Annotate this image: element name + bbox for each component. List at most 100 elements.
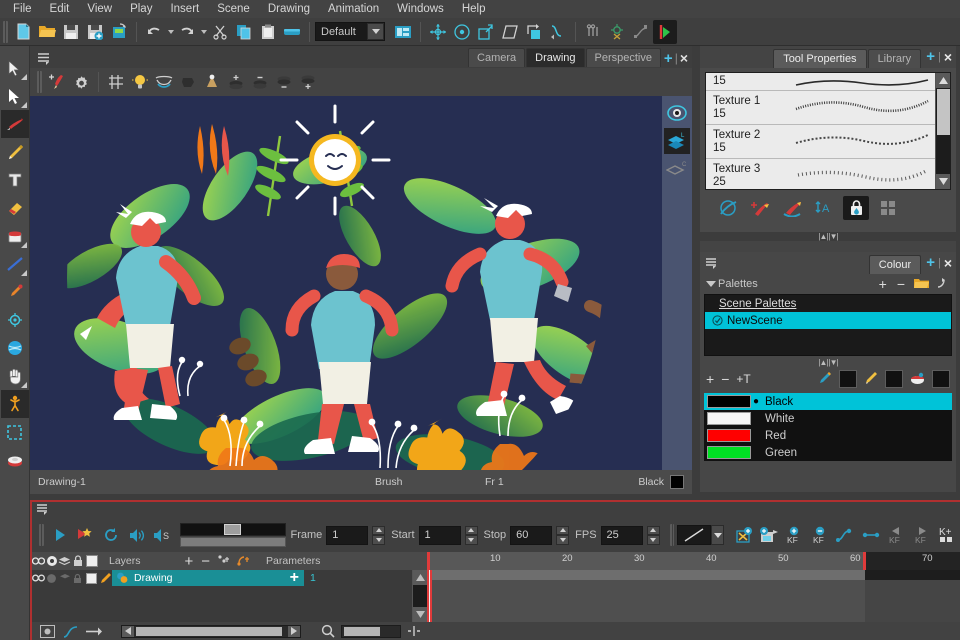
start-input[interactable]: 1 — [418, 525, 461, 545]
brush-preset-list[interactable]: 15 Texture 1 15 Texture 2 15 Texture 3 2… — [705, 72, 951, 190]
keyframe-toolbar-grip[interactable] — [669, 524, 675, 546]
tab-drawing[interactable]: Drawing — [526, 48, 585, 67]
tab-library[interactable]: Library — [867, 49, 922, 68]
start-stepper[interactable] — [464, 525, 478, 545]
open-scene-icon[interactable] — [35, 20, 59, 44]
save-all-icon[interactable] — [83, 20, 107, 44]
add-colour-icon[interactable]: + — [706, 371, 714, 387]
brush-tool[interactable] — [0, 110, 29, 138]
layer-expand-button[interactable]: + — [290, 570, 299, 586]
set-ease-icon[interactable] — [833, 522, 859, 548]
playback-scrubber[interactable] — [180, 523, 287, 547]
previous-kf-icon[interactable]: KF — [884, 522, 910, 548]
rotate-icon[interactable] — [450, 20, 474, 44]
layers-hscrollbar[interactable] — [121, 624, 301, 638]
pencil-mode-icon[interactable] — [864, 371, 878, 388]
add-view-icon[interactable]: + — [664, 51, 673, 66]
layers-scroll-up-icon[interactable] — [413, 570, 428, 585]
row-layers-icon[interactable] — [58, 571, 71, 585]
preset-row[interactable]: 15 — [706, 73, 950, 91]
sound-scrub-button[interactable]: S — [149, 522, 175, 548]
onion-toolbar-grip[interactable] — [37, 71, 42, 93]
pencil-swatch[interactable] — [885, 370, 903, 388]
zoom-timeline-icon[interactable] — [315, 624, 341, 638]
stop-stepper[interactable] — [556, 525, 570, 545]
toggle-constant-icon[interactable] — [858, 522, 884, 548]
toolbar-grip[interactable] — [3, 20, 8, 43]
remove-palette-icon[interactable]: − — [892, 276, 910, 292]
ink-tool[interactable] — [1, 446, 29, 474]
frame-input[interactable]: 1 — [326, 525, 369, 545]
grid-view-icon[interactable] — [875, 196, 901, 220]
menu-item-insert[interactable]: Insert — [161, 0, 208, 18]
paint-mode-icon[interactable] — [910, 371, 925, 388]
colour-row-red[interactable]: Red — [704, 427, 952, 444]
add-peg-button[interactable] — [214, 554, 234, 569]
remove-layer-button[interactable]: − — [197, 553, 214, 570]
cut-icon[interactable] — [208, 20, 232, 44]
undo-icon[interactable] — [142, 20, 166, 44]
table-row[interactable]: Drawing + 1 — [32, 570, 427, 586]
pivot-icon[interactable] — [605, 20, 629, 44]
layer-parameter-cell[interactable]: 1 — [304, 572, 316, 584]
row-lock-icon[interactable] — [71, 571, 84, 585]
menu-item-help[interactable]: Help — [453, 0, 495, 18]
paint-tool[interactable] — [1, 222, 29, 250]
tool-properties-resize-grip[interactable]: |▲| |▼| — [700, 232, 956, 241]
scrubber-knob[interactable] — [224, 524, 242, 535]
view-panel-menu-icon[interactable] — [34, 48, 54, 68]
flip-icon[interactable] — [522, 20, 546, 44]
redo-icon[interactable] — [175, 20, 199, 44]
scale-icon[interactable] — [474, 20, 498, 44]
skew-icon[interactable] — [498, 20, 522, 44]
menu-item-drawing[interactable]: Drawing — [259, 0, 319, 18]
palette-list[interactable]: Scene Palettes NewScene — [704, 294, 952, 356]
add-texture-icon[interactable]: +T — [736, 372, 750, 386]
pencil-tool[interactable] — [1, 138, 29, 166]
timeline-frame-grid[interactable] — [427, 570, 960, 622]
flat-view-icon[interactable] — [81, 626, 107, 637]
copy-icon[interactable] — [232, 20, 256, 44]
add-keyframe-icon[interactable] — [730, 522, 756, 548]
onion-skin-column-icon[interactable] — [32, 554, 45, 568]
menu-item-play[interactable]: Play — [121, 0, 161, 18]
function-curve-icon[interactable] — [59, 625, 81, 638]
hand-tool[interactable] — [1, 362, 29, 390]
preset-row[interactable]: Texture 1 15 — [706, 91, 950, 125]
row-onion-skin-icon[interactable] — [32, 571, 45, 585]
fps-stepper[interactable] — [646, 525, 660, 545]
onion-skin-icon[interactable] — [152, 70, 176, 94]
translate-icon[interactable] — [426, 20, 450, 44]
menu-item-scene[interactable]: Scene — [208, 0, 259, 18]
remove-next-drawing-icon[interactable] — [272, 70, 296, 94]
palette-item-newscene[interactable]: NewScene — [705, 312, 951, 329]
add-key-exposure-icon[interactable]: K+ — [935, 522, 960, 548]
visibility-column-icon[interactable] — [45, 554, 58, 568]
palette-order-icon[interactable] — [933, 277, 950, 292]
layer-line-icon[interactable]: L — [664, 128, 690, 154]
delete-preset-icon[interactable] — [779, 196, 805, 220]
lock-column-icon[interactable] — [71, 554, 84, 568]
settings-gear-icon[interactable] — [69, 70, 93, 94]
layer-name-cell[interactable]: Drawing + — [112, 570, 304, 586]
layers-scrollbar[interactable] — [412, 570, 428, 622]
fps-input[interactable]: 25 — [600, 525, 643, 545]
thumbnail-toggle-icon[interactable] — [35, 624, 59, 638]
play-button[interactable] — [47, 522, 73, 548]
tab-camera[interactable]: Camera — [468, 48, 526, 67]
remove-previous-drawing-icon[interactable] — [248, 70, 272, 94]
pen-mode-icon[interactable] — [818, 371, 832, 388]
frame-cells[interactable] — [427, 580, 865, 622]
add-colour-panel-icon[interactable]: + — [926, 254, 935, 271]
colour-swatch-list[interactable]: ● Black White Red Green — [704, 393, 952, 461]
cutter-tool[interactable] — [1, 82, 29, 110]
onion-skin-light-icon[interactable] — [200, 70, 224, 94]
spline-offset-icon[interactable] — [546, 20, 570, 44]
eraser-tool[interactable] — [1, 194, 29, 222]
add-palette-icon[interactable]: + — [874, 276, 892, 292]
next-kf-icon[interactable]: KF — [909, 522, 935, 548]
scroll-down-icon[interactable] — [936, 174, 950, 189]
paint-swatch[interactable] — [932, 370, 950, 388]
scroll-up-icon[interactable] — [936, 73, 950, 88]
rig-tool-icon[interactable] — [581, 20, 605, 44]
